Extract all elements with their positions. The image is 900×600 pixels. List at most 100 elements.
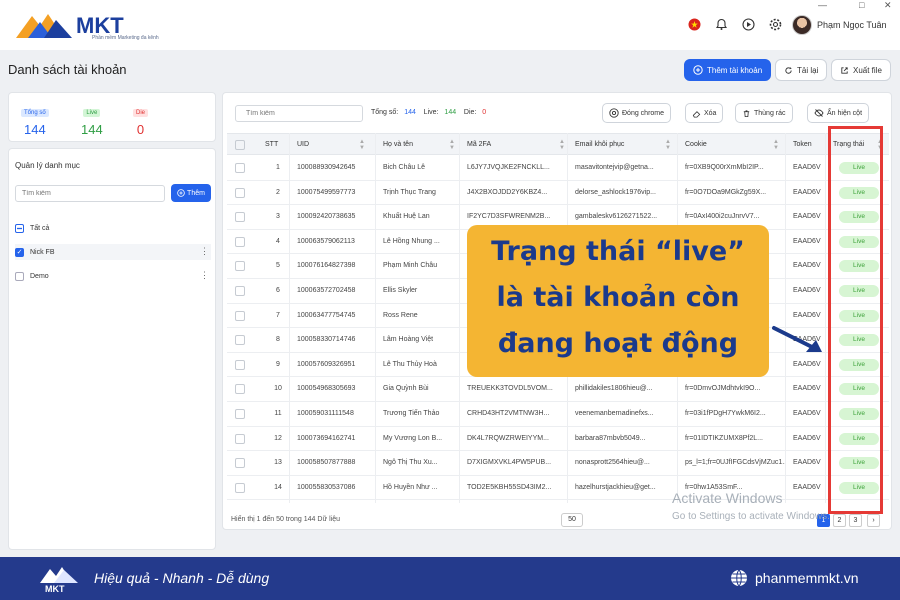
checked-checkbox[interactable]: ✓	[15, 247, 24, 257]
cell-token: EAAD6V	[793, 385, 821, 393]
more-options-icon[interactable]: ⋮	[200, 270, 209, 281]
cell-stt: 10	[274, 385, 282, 393]
row-checkbox[interactable]	[235, 433, 245, 444]
cell-token: EAAD6V	[793, 459, 821, 467]
row-checkbox[interactable]	[235, 286, 245, 296]
row-checkbox[interactable]	[235, 409, 245, 419]
row-checkbox[interactable]	[235, 187, 245, 198]
page-button-2[interactable]: 2	[833, 514, 846, 527]
category-item-all[interactable]: Tất cả	[15, 220, 211, 236]
category-item-demo[interactable]: Demo ⋮	[15, 268, 211, 284]
cell-2fa: DK4L7RQWZRWEIYYM...	[467, 434, 549, 442]
table-row[interactable]: 13 100058507877888 Ngô Thị Thu Xu... D7XIGM…	[227, 451, 889, 476]
table-row[interactable]: 12 100073694162741 My Vương Lon B... DK4L7R…	[227, 427, 889, 452]
more-options-icon[interactable]: ⋮	[200, 246, 209, 257]
row-checkbox[interactable]	[235, 236, 245, 247]
add-account-label: Thêm tài khoản	[707, 65, 763, 75]
row-checkbox[interactable]	[235, 212, 245, 223]
pagination-info: Hiển thị 1 đến 50 trong 144 Dữ liệu	[231, 516, 340, 523]
user-name[interactable]: Phạm Ngọc Tuân	[817, 20, 887, 30]
stats-card: Tổng số 144 Live 144 Die 0	[8, 92, 216, 142]
table-summary: Tổng số: 144 Live: 144 Die: 0	[371, 109, 486, 116]
callout-line: Trạng thái “live”	[491, 236, 745, 267]
cell-recovery-email: hazelhurstjackhieu@get...	[575, 483, 656, 491]
toggle-columns-button[interactable]: Ẩn hiện cột	[807, 103, 870, 123]
play-icon[interactable]	[740, 16, 756, 32]
table-row[interactable]: 2 100075499597773 Trịnh Thục Trang J4X2BXOJ…	[227, 181, 889, 206]
cell-fullname: Phạm Minh Châu	[383, 262, 438, 270]
row-checkbox[interactable]	[235, 359, 245, 370]
external-link-icon	[841, 66, 848, 74]
delete-button[interactable]: Xóa	[685, 103, 724, 123]
column-header-cookie[interactable]: Cookie	[685, 134, 707, 156]
close-chrome-label: Đóng chrome	[622, 109, 665, 117]
row-checkbox[interactable]	[235, 310, 245, 321]
cell-fullname: Lê Hồng Nhung ...	[383, 237, 440, 245]
row-checkbox[interactable]	[235, 458, 245, 469]
cell-fullname: Ross Rene	[383, 311, 418, 319]
summary-die-label: Die:	[463, 109, 477, 116]
cell-stt: 6	[276, 287, 280, 294]
header-icons	[686, 16, 783, 32]
plus-circle-icon	[693, 65, 703, 75]
cell-uid: 100076164827398	[297, 262, 356, 270]
cell-token: EAAD6V	[793, 483, 821, 491]
bell-icon[interactable]	[713, 16, 729, 32]
unchecked-checkbox[interactable]	[15, 271, 24, 281]
column-header-fullname[interactable]: Họ và tên	[383, 134, 413, 156]
select-all-checkbox[interactable]	[235, 140, 245, 150]
user-avatar[interactable]	[792, 15, 812, 35]
banner-website[interactable]: phanmemmkt.vn	[755, 570, 858, 586]
column-header-token[interactable]: Token	[793, 134, 812, 156]
column-header-2fa[interactable]: Mã 2FA	[467, 134, 491, 156]
close-chrome-button[interactable]: Đóng chrome	[602, 103, 672, 123]
table-header: STT UID ▲ ▼ Họ và tên ▲ ▼ Mã 2FA ▲ ▼ Email …	[227, 133, 889, 155]
export-button[interactable]: Xuất file	[831, 59, 891, 81]
sort-icon[interactable]: ▲ ▼	[665, 139, 671, 151]
refresh-icon	[785, 66, 792, 74]
indeterminate-checkbox[interactable]	[15, 223, 24, 233]
stat-total-value: 144	[23, 122, 46, 137]
page-size-select[interactable]: 50	[561, 513, 583, 527]
table-search-input[interactable]	[235, 105, 363, 122]
add-category-button[interactable]: Thêm	[171, 184, 211, 202]
table-row[interactable]: 11 100059031111548 Trương Tiến Thảo CRHD43H…	[227, 402, 889, 427]
next-page-button[interactable]: ›	[867, 514, 880, 527]
trash-button[interactable]: Thùng rác	[735, 103, 793, 123]
cell-cookie: fr=0DmvOJMdhtvkI9O...	[685, 385, 761, 393]
close-button[interactable]: ✕	[884, 0, 892, 11]
column-header-stt[interactable]: STT	[265, 134, 278, 156]
table-row[interactable]: 1 100088930942645 Bich Châu Lê L6JY7JVQJKE2…	[227, 156, 889, 181]
category-item-nick-fb[interactable]: ✓ Nick FB ⋮	[15, 244, 211, 260]
vietnam-flag-icon[interactable]	[686, 16, 702, 32]
table-row[interactable]: 14 100055830537086 Hồ Huyền Như ... TOD2E5K…	[227, 476, 889, 501]
page-button-3[interactable]: 3	[849, 514, 862, 527]
toggle-columns-label: Ẩn hiện cột	[827, 109, 863, 117]
sort-icon[interactable]: ▲ ▼	[559, 139, 565, 151]
sort-icon[interactable]: ▲ ▼	[359, 139, 365, 151]
cell-token: EAAD6V	[793, 237, 821, 245]
minimize-button[interactable]: —	[818, 0, 827, 10]
logo-subtitle: Phần mềm Marketing đa kênh	[92, 35, 159, 41]
row-checkbox[interactable]	[235, 163, 245, 173]
cell-uid: 100058330714746	[297, 336, 356, 344]
add-account-button[interactable]: Thêm tài khoản	[684, 59, 772, 81]
column-header-uid[interactable]: UID	[297, 134, 309, 156]
export-label: Xuất file	[853, 65, 882, 75]
summary-live: 144	[444, 109, 457, 116]
maximize-button[interactable]: □	[859, 0, 864, 10]
cell-uid: 100063572702458	[297, 287, 356, 294]
category-search-input[interactable]	[15, 185, 165, 202]
settings-gear-icon[interactable]	[767, 16, 783, 32]
sort-icon[interactable]: ▲ ▼	[449, 139, 455, 151]
row-checkbox[interactable]	[235, 261, 245, 272]
column-header-recovery-email[interactable]: Email khôi phục	[575, 134, 624, 156]
eye-off-icon	[814, 109, 824, 117]
callout-line: là tài khoản còn	[496, 282, 740, 313]
table-row[interactable]: 10 100054968305693 Gia Quỳnh Bùi TREUEKK3TO…	[227, 377, 889, 402]
row-checkbox[interactable]	[235, 384, 245, 395]
row-checkbox[interactable]	[235, 482, 245, 493]
sort-icon[interactable]: ▲ ▼	[773, 139, 779, 151]
reload-button[interactable]: Tải lại	[775, 59, 828, 81]
row-checkbox[interactable]	[235, 335, 245, 346]
